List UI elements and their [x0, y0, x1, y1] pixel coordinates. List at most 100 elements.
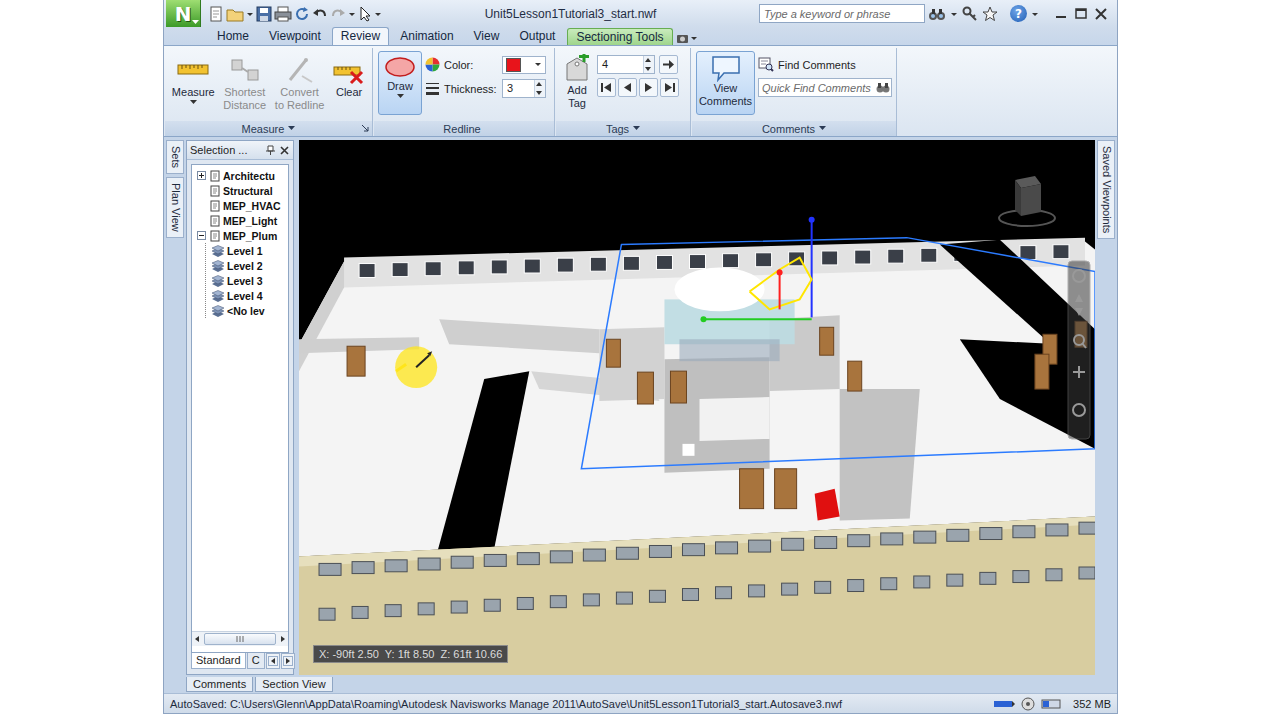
- model-file-part-part: [213, 204, 217, 208]
- side-tab[interactable]: Saved Viewpoints: [1097, 140, 1115, 239]
- add-tag-button[interactable]: AddTag: [560, 51, 594, 115]
- shortest-distance-icon: [229, 54, 261, 86]
- previous-tag-button[interactable]: [618, 78, 637, 97]
- new-file-icon[interactable]: [208, 6, 224, 22]
- search-field[interactable]: [759, 4, 925, 23]
- scroll-thumb[interactable]: [204, 633, 276, 645]
- dropdown-icon[interactable]: [374, 6, 382, 22]
- redo-icon[interactable]: [330, 6, 346, 22]
- print-part: [274, 6, 292, 22]
- binoculars-icon[interactable]: [928, 6, 946, 22]
- refresh-icon[interactable]: [294, 6, 310, 22]
- dropdown-icon[interactable]: [1031, 6, 1039, 22]
- measure-tool-button[interactable]: Clear: [330, 51, 368, 115]
- model-view-part-part: [299, 517, 1095, 675]
- thickness-spinner[interactable]: 3: [502, 79, 546, 98]
- group-menu-arrow[interactable]: [819, 126, 826, 131]
- pin-icon[interactable]: [265, 145, 276, 156]
- model-file-icon: [209, 185, 221, 197]
- tree-item[interactable]: Architectu: [196, 168, 288, 183]
- save-icon[interactable]: [256, 6, 272, 22]
- ribbon-tab[interactable]: Animation: [391, 27, 462, 45]
- open-folder-icon[interactable]: [226, 6, 244, 22]
- bottom-tab-wrap[interactable]: Section View: [255, 677, 332, 692]
- scroll-left-icon[interactable]: [192, 634, 202, 644]
- bottom-tab-wrap[interactable]: Comments: [186, 677, 253, 692]
- key-icon[interactable]: [962, 6, 978, 22]
- dialog-launcher-icon[interactable]: [361, 124, 369, 132]
- find-comments-button[interactable]: Find Comments: [758, 54, 892, 75]
- menu-arrow[interactable]: [190, 99, 197, 105]
- tree-item[interactable]: MEP_Plum: [196, 228, 288, 243]
- dropdown-icon[interactable]: [348, 6, 356, 22]
- side-tab[interactable]: Plan View: [166, 177, 184, 238]
- help-button[interactable]: ?: [1010, 5, 1027, 22]
- color-row: Color:: [425, 54, 546, 75]
- tree-view-tab-wrap[interactable]: C: [247, 653, 265, 669]
- ribbon-tab[interactable]: Home: [208, 27, 258, 45]
- tab-scroll-right[interactable]: [281, 653, 295, 669]
- horizontal-scrollbar[interactable]: [192, 631, 288, 646]
- dropdown-icon[interactable]: [246, 6, 254, 22]
- first-tag-button[interactable]: [597, 78, 616, 97]
- dropdown-icon[interactable]: [950, 6, 958, 22]
- color-dropdown[interactable]: [502, 56, 546, 74]
- tree-item[interactable]: Level 1: [211, 243, 288, 258]
- tree-view-tab[interactable]: C: [247, 653, 265, 669]
- navigation-bar-icon[interactable]: [1067, 260, 1091, 440]
- star-icon[interactable]: [982, 6, 998, 22]
- next-tag-button[interactable]: [639, 78, 658, 97]
- quick-find-input[interactable]: [759, 82, 875, 94]
- tree-item[interactable]: MEP_HVAC: [196, 198, 288, 213]
- undo-icon[interactable]: [312, 6, 328, 22]
- side-tab[interactable]: Sets: [166, 140, 184, 174]
- bottom-tab[interactable]: Comments: [186, 677, 253, 692]
- tree-item[interactable]: Level 4: [211, 288, 288, 303]
- group-menu-arrow[interactable]: [288, 126, 295, 131]
- app-logo[interactable]: N: [166, 0, 201, 27]
- camera-icon[interactable]: [676, 31, 698, 45]
- select-pointer-icon[interactable]: [358, 6, 372, 22]
- ribbon-tab[interactable]: Review: [332, 27, 389, 45]
- ribbon-tab[interactable]: View: [465, 27, 509, 45]
- ribbon-tab[interactable]: Output: [510, 27, 564, 45]
- minimize-icon[interactable]: [1053, 7, 1069, 21]
- tree-item[interactable]: Structural: [196, 183, 288, 198]
- model-view-part-part: [396, 364, 406, 371]
- group-label: Tags: [606, 123, 629, 135]
- button-label: Clear: [336, 86, 362, 99]
- right-dock-tabs: Saved Viewpoints: [1097, 140, 1115, 675]
- last-tag-button[interactable]: [660, 78, 679, 97]
- tag-number-spinner[interactable]: 4: [597, 55, 655, 74]
- maximize-icon[interactable]: [1073, 7, 1089, 21]
- select-pointer-part: [358, 6, 372, 22]
- print-icon[interactable]: [274, 6, 292, 22]
- tree-view-tab[interactable]: Standard: [191, 653, 246, 669]
- draw-button[interactable]: Draw: [378, 51, 422, 115]
- tab-scroll-left[interactable]: [266, 653, 280, 669]
- ribbon-tab[interactable]: Viewpoint: [260, 27, 330, 45]
- tree-item[interactable]: Level 3: [211, 273, 288, 288]
- scroll-right-icon[interactable]: [278, 634, 288, 644]
- go-to-tag-button[interactable]: [659, 55, 678, 74]
- ribbon-tab[interactable]: Sectioning Tools: [566, 27, 673, 45]
- 3d-viewport[interactable]: X: -90ft 2.50 Y: 1ft 8.50 Z: 61ft 10.66: [299, 140, 1095, 675]
- tree-item[interactable]: MEP_Light: [196, 213, 288, 228]
- tree-expander[interactable]: [196, 170, 207, 181]
- view-comments-button[interactable]: ViewComments: [696, 51, 755, 115]
- tree-item[interactable]: Level 2: [211, 258, 288, 273]
- menu-arrow[interactable]: [397, 93, 404, 99]
- tree-view-tab-wrap[interactable]: Standard: [191, 653, 246, 669]
- measure-tool-button[interactable]: Measure: [169, 51, 218, 115]
- group-menu-arrow[interactable]: [633, 126, 640, 131]
- tree-item[interactable]: <No lev: [211, 303, 288, 318]
- close-panel-icon[interactable]: [279, 145, 290, 156]
- bottom-tab[interactable]: Section View: [255, 677, 332, 692]
- spinner-arrows[interactable]: [643, 56, 654, 73]
- close-icon[interactable]: [1093, 7, 1109, 21]
- view-cube-icon[interactable]: [997, 172, 1057, 232]
- spinner-arrows[interactable]: [534, 80, 545, 97]
- tree-expander[interactable]: [196, 230, 207, 241]
- model-view-part-part: [352, 606, 368, 618]
- quick-find-search-icon[interactable]: [875, 80, 891, 95]
